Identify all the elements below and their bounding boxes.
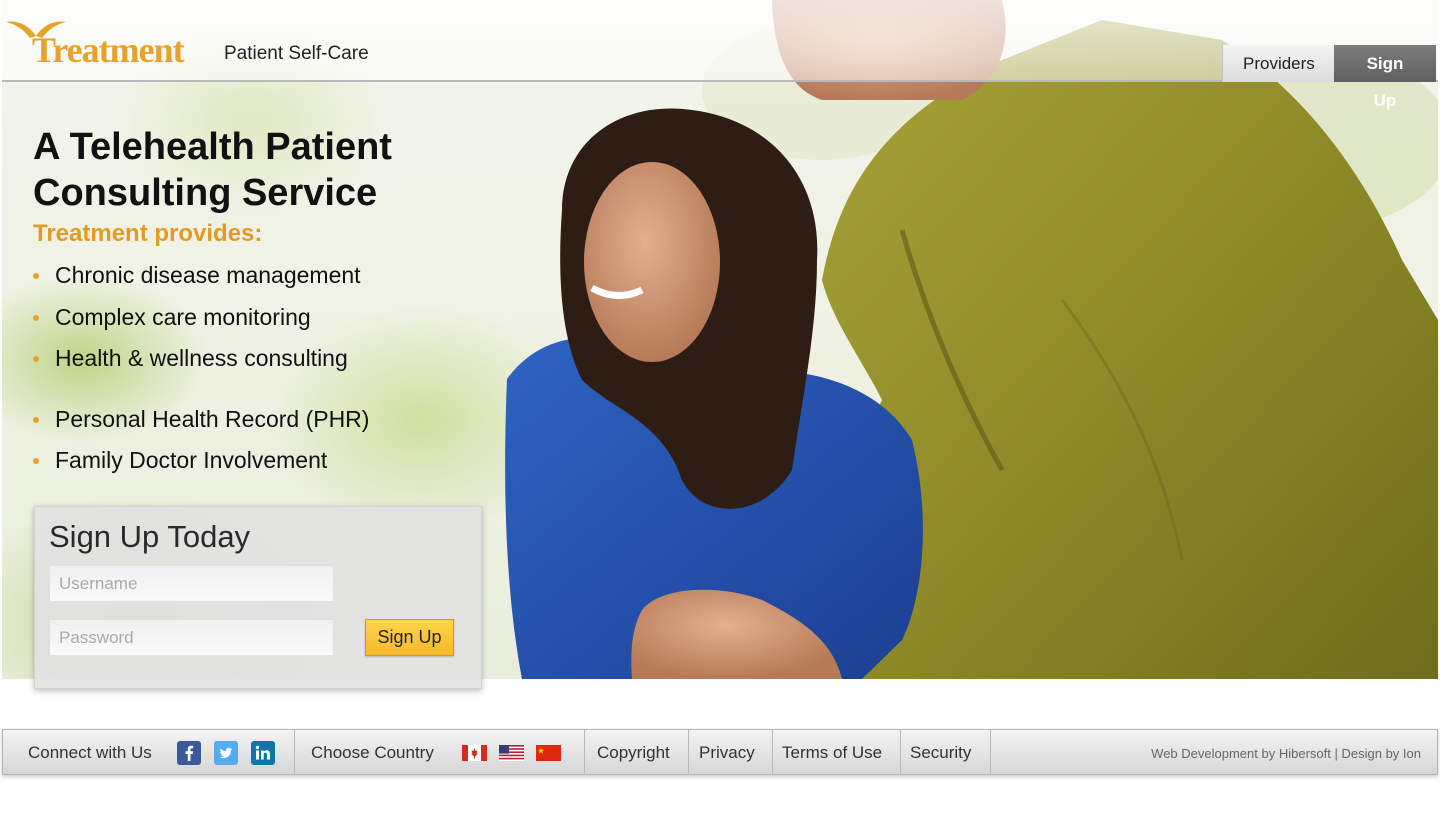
- footer-credits: Web Development by Hibersoft | Design by…: [1151, 746, 1421, 761]
- usa-flag-icon[interactable]: [499, 745, 524, 761]
- signup-form: Sign Up Today Sign Up: [34, 506, 482, 689]
- page-headline: A Telehealth Patient Consulting Service: [33, 124, 473, 216]
- feature-text: Personal Health Record (PHR): [55, 406, 370, 432]
- bullet-icon: [33, 356, 39, 362]
- security-link[interactable]: Security: [910, 743, 971, 763]
- tagline: Patient Self-Care: [224, 43, 369, 64]
- top-bar: Treatment Patient Self-Care Providers Si…: [2, 0, 1438, 110]
- top-nav: Providers Sign Up: [1222, 45, 1436, 110]
- feature-text: Family Doctor Involvement: [55, 447, 328, 473]
- bullet-icon: [33, 417, 39, 423]
- password-input[interactable]: [49, 619, 334, 656]
- username-input[interactable]: [49, 565, 334, 602]
- twitter-icon[interactable]: [214, 741, 238, 765]
- linkedin-icon[interactable]: [251, 741, 275, 765]
- footer-country-section: Choose Country: [295, 730, 585, 774]
- signup-submit-button[interactable]: Sign Up: [365, 619, 454, 656]
- connect-label: Connect with Us: [28, 743, 152, 762]
- footer-bar: Connect with Us Choose Country Copyright…: [2, 729, 1438, 775]
- privacy-link-cell: Privacy: [689, 730, 773, 774]
- canada-flag-icon[interactable]: [462, 745, 487, 761]
- terms-link-cell: Terms of Use: [773, 730, 901, 774]
- bullet-icon: [33, 458, 39, 464]
- feature-text: Health & wellness consulting: [55, 345, 348, 371]
- headline-line-2: Consulting Service: [33, 172, 378, 214]
- signup-nav-button[interactable]: Sign Up: [1334, 45, 1436, 110]
- development-credit-link[interactable]: Web Development by Hibersoft: [1151, 746, 1331, 761]
- facebook-icon[interactable]: [177, 741, 201, 765]
- terms-of-use-link[interactable]: Terms of Use: [782, 743, 882, 763]
- footer-connect-section: Connect with Us: [3, 730, 295, 774]
- signup-title: Sign Up Today: [49, 519, 251, 554]
- bullet-icon: [33, 273, 39, 279]
- feature-text: Complex care monitoring: [55, 304, 311, 330]
- china-flag-icon[interactable]: [536, 745, 561, 761]
- security-link-cell: Security: [901, 730, 991, 774]
- providers-nav-button[interactable]: Providers: [1222, 45, 1334, 82]
- headline-line-1: A Telehealth Patient: [33, 126, 392, 168]
- feature-text: Chronic disease management: [55, 262, 361, 288]
- country-label: Choose Country: [311, 743, 434, 762]
- provides-heading: Treatment provides:: [33, 220, 263, 247]
- design-credit-link[interactable]: Design by Ion: [1342, 746, 1422, 761]
- copyright-link-cell: Copyright: [585, 730, 689, 774]
- credit-separator: |: [1334, 746, 1338, 761]
- bullet-icon: [33, 315, 39, 321]
- copyright-link[interactable]: Copyright: [597, 743, 670, 763]
- logo-text: Treatment: [32, 30, 185, 70]
- brand-logo[interactable]: Treatment: [6, 14, 206, 70]
- privacy-link[interactable]: Privacy: [699, 743, 755, 763]
